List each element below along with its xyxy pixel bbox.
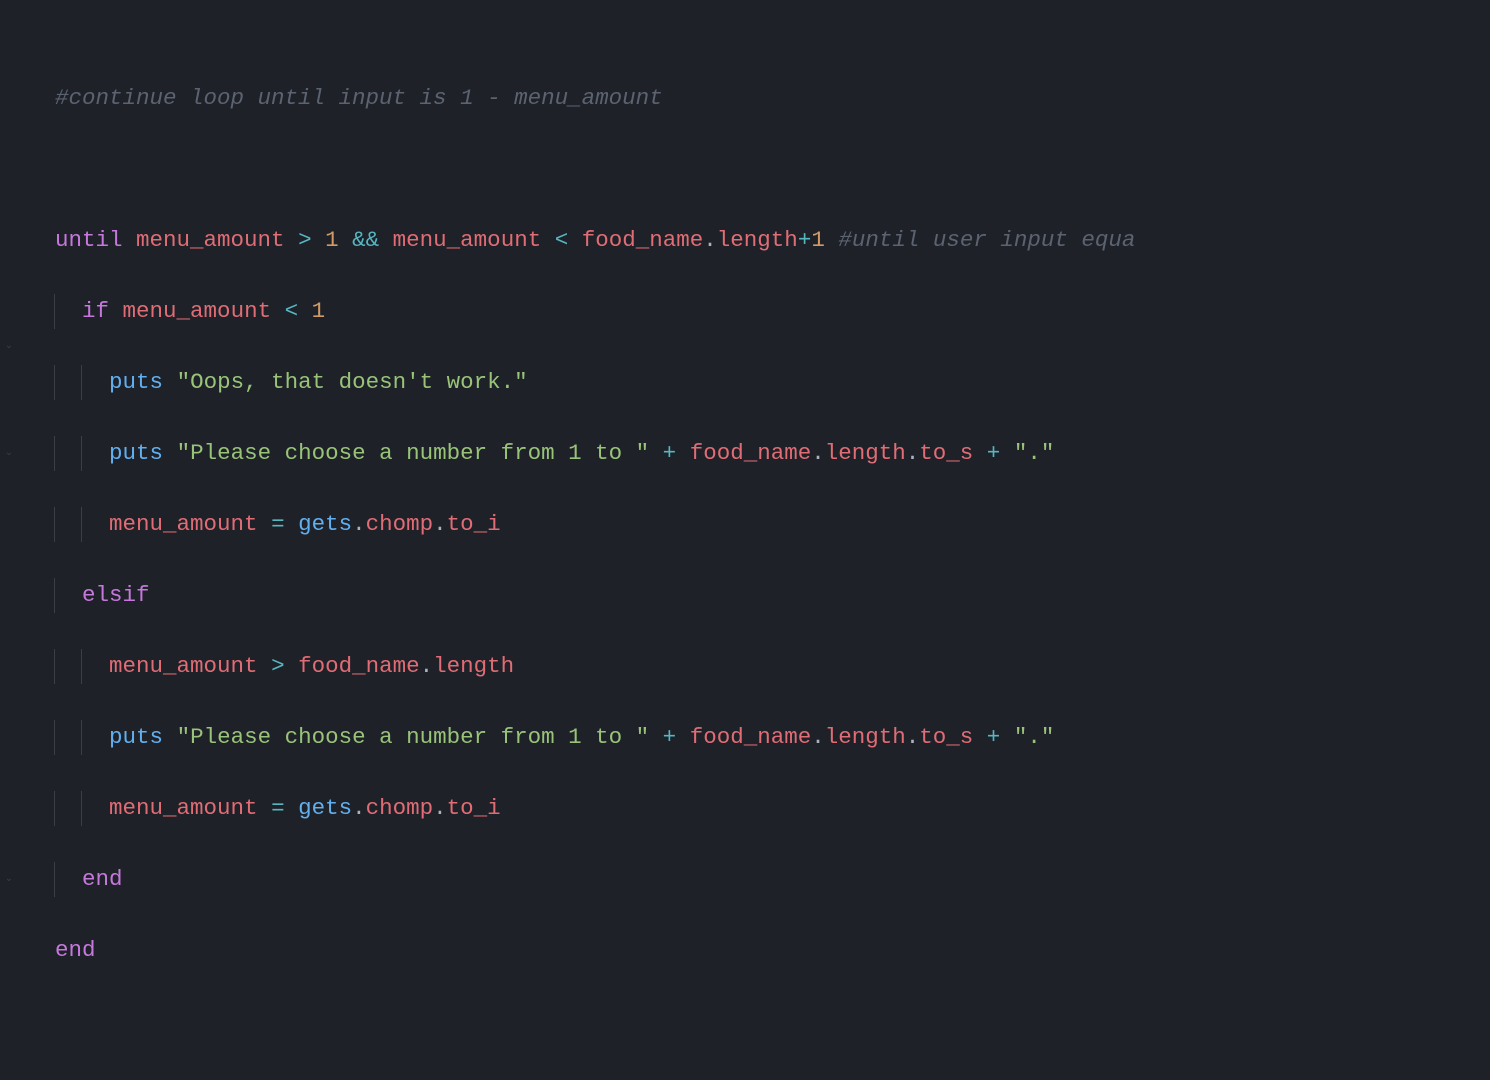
code-line[interactable]: menu_amount = gets.chomp.to_i bbox=[55, 791, 1490, 827]
number-literal: 1 bbox=[325, 227, 339, 253]
method: to_s bbox=[919, 440, 973, 466]
operator: > bbox=[298, 227, 312, 253]
operator: + bbox=[798, 227, 812, 253]
operator: + bbox=[663, 440, 677, 466]
string-literal: "Please choose a number from 1 to " bbox=[177, 724, 650, 750]
identifier: menu_amount bbox=[136, 227, 285, 253]
code-line[interactable]: elsif bbox=[55, 578, 1490, 614]
operator: < bbox=[285, 298, 299, 324]
string-literal: "." bbox=[1014, 724, 1055, 750]
keyword-puts: puts bbox=[109, 440, 163, 466]
code-line[interactable] bbox=[55, 1004, 1490, 1040]
identifier: menu_amount bbox=[109, 511, 258, 537]
fold-gutter: ⌄ ⌄ ⌄ ⌄ ⌄ bbox=[0, 45, 18, 1080]
code-line[interactable]: puts "Please choose a number from 1 to "… bbox=[55, 720, 1490, 756]
code-line[interactable]: puts "Please choose a number from 1 to "… bbox=[55, 436, 1490, 472]
number-literal: 1 bbox=[811, 227, 825, 253]
keyword-if: if bbox=[82, 298, 109, 324]
identifier: food_name bbox=[690, 724, 812, 750]
identifier: menu_amount bbox=[123, 298, 272, 324]
string-literal: "." bbox=[1014, 440, 1055, 466]
code-editor[interactable]: ⌄ ⌄ ⌄ ⌄ ⌄ #continue loop until input is … bbox=[0, 0, 1490, 1080]
code-line[interactable] bbox=[55, 152, 1490, 188]
code-line[interactable]: if menu_amount < 1 bbox=[55, 294, 1490, 330]
identifier: menu_amount bbox=[393, 227, 542, 253]
code-line[interactable]: end bbox=[55, 933, 1490, 969]
property: length bbox=[433, 653, 514, 679]
identifier: menu_amount bbox=[109, 795, 258, 821]
property: length bbox=[825, 440, 906, 466]
fold-marker[interactable]: ⌄ bbox=[0, 436, 18, 472]
keyword-end: end bbox=[55, 937, 96, 963]
comment-text: #until user input equa bbox=[838, 227, 1135, 253]
code-line[interactable]: end bbox=[55, 862, 1490, 898]
identifier: food_name bbox=[582, 227, 704, 253]
keyword-end: end bbox=[82, 866, 123, 892]
identifier: food_name bbox=[298, 653, 420, 679]
operator: < bbox=[555, 227, 569, 253]
method: gets bbox=[298, 511, 352, 537]
operator: + bbox=[987, 724, 1001, 750]
code-line[interactable]: menu_amount = gets.chomp.to_i bbox=[55, 507, 1490, 543]
code-line[interactable]: until menu_amount > 1 && menu_amount < f… bbox=[55, 223, 1490, 259]
keyword-until: until bbox=[55, 227, 123, 253]
method: chomp bbox=[366, 795, 434, 821]
property: length bbox=[825, 724, 906, 750]
comment-text: #continue loop until input is 1 - menu_a… bbox=[55, 85, 663, 111]
number-literal: 1 bbox=[312, 298, 326, 324]
code-line[interactable]: puts "Oops, that doesn't work." bbox=[55, 365, 1490, 401]
fold-marker[interactable]: ⌄ bbox=[0, 862, 18, 898]
string-literal: "Please choose a number from 1 to " bbox=[177, 440, 650, 466]
code-area[interactable]: #continue loop until input is 1 - menu_a… bbox=[18, 45, 1490, 1080]
operator: = bbox=[271, 795, 285, 821]
code-line[interactable]: menu_amount > food_name.length bbox=[55, 649, 1490, 685]
code-line[interactable]: #continue loop until input is 1 - menu_a… bbox=[55, 81, 1490, 117]
operator: + bbox=[663, 724, 677, 750]
operator: && bbox=[352, 227, 379, 253]
operator: > bbox=[271, 653, 285, 679]
fold-marker[interactable]: ⌄ bbox=[0, 329, 18, 365]
method: to_i bbox=[447, 795, 501, 821]
code-line[interactable] bbox=[55, 1075, 1490, 1080]
property: length bbox=[717, 227, 798, 253]
method: to_s bbox=[919, 724, 973, 750]
keyword-elsif: elsif bbox=[82, 582, 150, 608]
identifier: food_name bbox=[690, 440, 812, 466]
string-literal: "Oops, that doesn't work." bbox=[177, 369, 528, 395]
identifier: menu_amount bbox=[109, 653, 258, 679]
method: chomp bbox=[366, 511, 434, 537]
method: gets bbox=[298, 795, 352, 821]
keyword-puts: puts bbox=[109, 724, 163, 750]
operator: + bbox=[987, 440, 1001, 466]
operator: = bbox=[271, 511, 285, 537]
method: to_i bbox=[447, 511, 501, 537]
keyword-puts: puts bbox=[109, 369, 163, 395]
